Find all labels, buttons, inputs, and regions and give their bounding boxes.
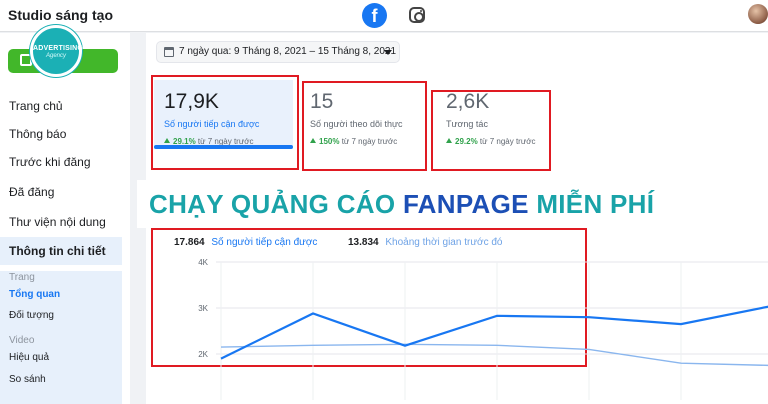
sidebar-item-notifications[interactable]: Thông báo — [0, 120, 122, 148]
highlight-box-engagement — [431, 90, 551, 171]
top-bar: Studio sáng tạo f — [0, 0, 768, 32]
sidebar-item-audience[interactable]: Đối tượng — [9, 310, 54, 321]
legend-value: 17.864 — [174, 237, 205, 248]
section-heading-video: Video — [9, 335, 35, 346]
facebook-icon[interactable]: f — [362, 3, 387, 28]
sidebar-item-overview[interactable]: Tổng quan — [9, 289, 60, 300]
sidebar-item-published[interactable]: Đã đăng — [0, 178, 122, 206]
instagram-icon[interactable] — [409, 7, 425, 23]
sidebar-item-compare[interactable]: So sánh — [9, 374, 46, 385]
legend-value: 13.834 — [348, 237, 379, 248]
date-range-dropdown[interactable]: 7 ngày qua: 9 Tháng 8, 2021 – 15 Tháng 8… — [156, 41, 400, 63]
series-line-reach — [220, 305, 768, 360]
date-range-label: 7 ngày qua: 9 Tháng 8, 2021 – 15 Tháng 8… — [179, 46, 397, 57]
legend-label: Khoảng thời gian trước đó — [385, 237, 503, 248]
y-tick-label: 3K — [198, 304, 208, 313]
section-heading-page: Trang — [9, 272, 35, 283]
chevron-down-icon — [384, 50, 392, 55]
promo-banner: CHẠY QUẢNG CÁO FANPAGE MIỄN PHÍ — [137, 180, 768, 228]
sidebar-item-insights[interactable]: Thông tin chi tiết — [0, 237, 122, 265]
calendar-icon — [164, 47, 174, 57]
avatar[interactable] — [748, 4, 768, 24]
highlight-box-reach — [151, 75, 299, 170]
sidebar-item-performance[interactable]: Hiệu quả — [9, 352, 49, 363]
app-title: Studio sáng tạo — [8, 7, 113, 23]
highlight-box-followers — [302, 81, 427, 171]
y-tick-label: 4K — [198, 258, 208, 267]
sidebar-item-drafts[interactable]: Trước khi đăng — [0, 148, 122, 176]
reach-line-chart: 4K 3K 2K — [198, 258, 768, 400]
series-line-previous — [220, 343, 768, 367]
legend-label: Số người tiếp cận được — [211, 237, 318, 248]
legend-previous: 13.834 Khoảng thời gian trước đó — [348, 237, 502, 248]
legend-reach: 17.864 Số người tiếp cận được — [174, 237, 317, 248]
y-tick-label: 2K — [198, 350, 208, 359]
sidebar: ADVERTISING Agency Trang chủ Thông báo T… — [0, 25, 130, 404]
sidebar-item-content-library[interactable]: Thư viện nội dung — [0, 208, 122, 236]
agency-logo: ADVERTISING Agency — [30, 25, 83, 77]
sidebar-item-home[interactable]: Trang chủ — [0, 92, 122, 120]
